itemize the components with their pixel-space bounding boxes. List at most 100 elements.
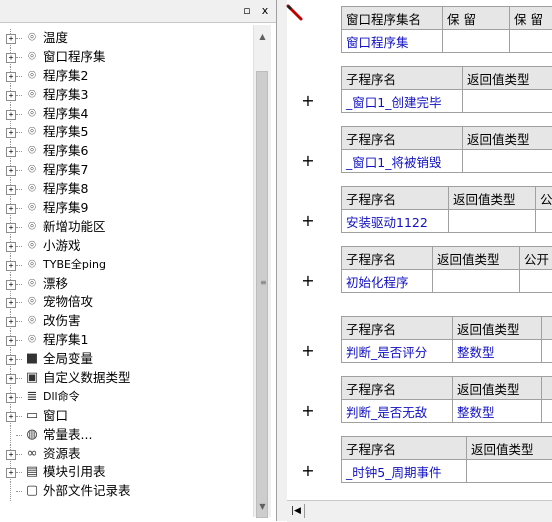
tree-item[interactable]: +⌾程序集4	[6, 105, 252, 124]
table-cell[interactable]: 整数型	[453, 400, 542, 423]
expand-icon[interactable]: +	[6, 147, 16, 157]
tree-item[interactable]: +⌾温度	[6, 29, 252, 48]
tree-item[interactable]: +▣自定义数据类型	[6, 369, 252, 388]
tree-item[interactable]: +■全局变量	[6, 350, 252, 369]
subroutine-table[interactable]: 子程序名返回值类型_窗口1_将被销毁	[341, 126, 552, 173]
tree-item[interactable]: +⌾程序集6	[6, 142, 252, 161]
table-cell[interactable]: _窗口1_将被销毁	[342, 150, 463, 173]
expand-icon[interactable]: +	[6, 355, 16, 365]
table-cell[interactable]	[520, 270, 552, 293]
subroutine-table[interactable]: 子程序名返回值类型公开初始化程序	[341, 246, 552, 293]
expand-icon[interactable]: +	[6, 223, 16, 233]
table-cell[interactable]	[536, 210, 552, 233]
table-cell[interactable]: 安装驱动1122	[342, 210, 449, 233]
tree-item[interactable]: +⌾程序集1	[6, 331, 252, 350]
column-header: 子程序名	[342, 437, 467, 460]
table-cell[interactable]	[449, 210, 536, 233]
table-cell[interactable]: 判断_是否无敌	[342, 400, 453, 423]
table-cell[interactable]	[463, 90, 552, 113]
tree-item[interactable]: +⌾程序集9	[6, 199, 252, 218]
expand-icon[interactable]: +	[6, 53, 16, 63]
table-cell[interactable]: 初始化程序	[342, 270, 433, 293]
subroutine-table[interactable]: 子程序名返回值类型_时钟5_周期事件	[341, 436, 552, 483]
tree-item[interactable]: +⌾程序集2	[6, 67, 252, 86]
table-cell[interactable]: 窗口程序集	[342, 30, 443, 53]
expand-subroutine-icon[interactable]: +	[301, 93, 315, 109]
tree-item[interactable]: ◍常量表...	[6, 426, 252, 445]
expand-icon[interactable]: +	[6, 280, 16, 290]
tree-item[interactable]: +⌾程序集5	[6, 123, 252, 142]
tree-item[interactable]: +⌾程序集8	[6, 180, 252, 199]
subroutine-table[interactable]: 子程序名返回值类型判断_是否评分整数型	[341, 316, 552, 363]
expand-icon[interactable]: +	[6, 412, 16, 422]
scrollbar-thumb[interactable]: ≡	[256, 71, 268, 518]
assembly-table[interactable]: 窗口程序集名保 留保 留窗口程序集	[341, 6, 552, 53]
tree-item[interactable]: +⌾宠物倍攻	[6, 293, 252, 312]
tree-item[interactable]: +▭窗口	[6, 407, 252, 426]
tree-item[interactable]: +⌾程序集7	[6, 161, 252, 180]
subroutine-table[interactable]: 子程序名返回值类型判断_是否无敌整数型	[341, 376, 552, 423]
tree-connector	[16, 265, 22, 266]
expand-icon[interactable]: +	[6, 128, 16, 138]
tree-item[interactable]: +⌾TYBE全ping	[6, 256, 252, 275]
expand-icon[interactable]: +	[6, 166, 16, 176]
expand-icon[interactable]: +	[6, 91, 16, 101]
expand-icon[interactable]: +	[6, 298, 16, 308]
table-cell[interactable]: 判断_是否评分	[342, 340, 453, 363]
table-cell[interactable]	[542, 340, 552, 363]
node-icon: ⌾	[24, 31, 40, 45]
expand-subroutine-icon[interactable]: +	[301, 343, 315, 359]
table-cell[interactable]	[433, 270, 520, 293]
expand-icon[interactable]: +	[6, 204, 16, 214]
table-cell[interactable]	[542, 400, 552, 423]
scroll-start-icon[interactable]: |◀	[291, 504, 301, 518]
subroutine-table[interactable]: 子程序名返回值类型_窗口1_创建完毕	[341, 66, 552, 113]
expand-icon[interactable]: +	[6, 317, 16, 327]
table-cell[interactable]: _窗口1_创建完毕	[342, 90, 463, 113]
expand-icon[interactable]: +	[6, 110, 16, 120]
subroutine-table[interactable]: 子程序名返回值类型公安装驱动1122	[341, 186, 552, 233]
tree-item[interactable]: +⌾程序集3	[6, 86, 252, 105]
scroll-left-icon[interactable]	[304, 504, 315, 518]
table-cell[interactable]	[510, 30, 552, 53]
tree-scrollbar[interactable]: ▲ ≡ ▼	[253, 25, 271, 517]
expand-subroutine-icon[interactable]: +	[301, 403, 315, 419]
tree-item[interactable]: +⌾窗口程序集	[6, 48, 252, 67]
table-cell[interactable]: 整数型	[453, 340, 542, 363]
table-cell[interactable]	[443, 30, 510, 53]
tree-item[interactable]: +∞资源表	[6, 445, 252, 464]
expand-icon[interactable]: +	[6, 242, 16, 252]
table-cell[interactable]	[467, 460, 552, 483]
table-cell[interactable]	[463, 150, 552, 173]
expand-subroutine-icon[interactable]: +	[301, 213, 315, 229]
expand-icon[interactable]: +	[6, 34, 16, 44]
editor-hscrollbar[interactable]: |◀	[287, 500, 552, 522]
column-header: 返回值类型	[449, 187, 536, 210]
expand-icon[interactable]: +	[6, 393, 16, 403]
tree-item[interactable]: +▤模块引用表	[6, 463, 252, 482]
tree-item[interactable]: +⌾小游戏	[6, 237, 252, 256]
expand-subroutine-icon[interactable]: +	[301, 273, 315, 289]
expand-icon[interactable]: +	[6, 374, 16, 384]
expand-icon[interactable]: +	[6, 72, 16, 82]
expand-subroutine-icon[interactable]: +	[301, 463, 315, 479]
expand-icon[interactable]: +	[6, 185, 16, 195]
scroll-up-icon[interactable]: ▲	[254, 29, 271, 45]
scroll-down-icon[interactable]: ▼	[254, 499, 271, 515]
expand-icon[interactable]: +	[6, 468, 16, 478]
expand-icon[interactable]: +	[6, 261, 16, 271]
expand-subroutine-icon[interactable]: +	[301, 153, 315, 169]
tree-item[interactable]: +≣Dll命令	[6, 388, 252, 407]
restore-button[interactable]: ▫	[240, 4, 254, 18]
tree-item[interactable]: ▢外部文件记录表	[6, 482, 252, 501]
code-editor[interactable]: 窗口程序集名保 留保 留窗口程序集子程序名返回值类型_窗口1_创建完毕+子程序名…	[287, 0, 552, 500]
expand-icon[interactable]: +	[6, 336, 16, 346]
column-header	[542, 377, 552, 400]
tree-item[interactable]: +⌾漂移	[6, 275, 252, 294]
close-button[interactable]: x	[258, 4, 272, 18]
node-icon: ⌾	[24, 144, 40, 158]
expand-icon[interactable]: +	[6, 450, 16, 460]
table-cell[interactable]: _时钟5_周期事件	[342, 460, 467, 483]
tree-item[interactable]: +⌾新增功能区	[6, 218, 252, 237]
tree-item[interactable]: +⌾改伤害	[6, 312, 252, 331]
